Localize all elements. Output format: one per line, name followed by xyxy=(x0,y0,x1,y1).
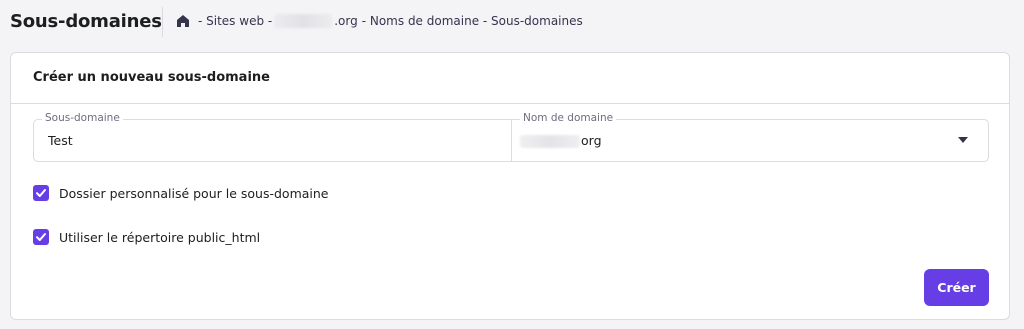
header-divider xyxy=(162,7,163,37)
checkmark-icon xyxy=(36,233,46,241)
caret-down-icon[interactable] xyxy=(958,137,968,143)
redacted-domain-name xyxy=(520,135,580,148)
public-html-option[interactable]: Utiliser le répertoire public_html xyxy=(33,229,260,245)
breadcrumb-domain-suffix[interactable]: .org xyxy=(334,14,358,28)
public-html-label: Utiliser le répertoire public_html xyxy=(59,229,261,245)
custom-folder-checkbox[interactable] xyxy=(33,185,49,201)
custom-folder-label: Dossier personnalisé pour le sous-domain… xyxy=(59,185,329,201)
field-separator xyxy=(511,120,512,161)
subdomain-label: Sous-domaine xyxy=(42,112,123,124)
page-header: Sous-domaines - Sites web - .org - Noms … xyxy=(0,0,1024,48)
custom-folder-option[interactable]: Dossier personnalisé pour le sous-domain… xyxy=(33,185,329,201)
domain-select-value: org xyxy=(581,133,602,148)
create-button[interactable]: Créer xyxy=(924,269,989,306)
public-html-checkbox[interactable] xyxy=(33,229,49,245)
domain-label: Nom de domaine xyxy=(520,112,617,124)
page-title: Sous-domaines xyxy=(10,11,162,32)
card-title: Créer un nouveau sous-domaine xyxy=(33,70,270,85)
card-divider xyxy=(11,103,1009,104)
subdomain-form-row: Sous-domaine Test Nom de domaine org xyxy=(33,112,989,162)
breadcrumb-sites-web[interactable]: - Sites web - xyxy=(198,14,272,28)
create-subdomain-card: Créer un nouveau sous-domaine Sous-domai… xyxy=(10,52,1010,320)
domain-select[interactable]: org xyxy=(520,133,602,148)
breadcrumb-rest[interactable]: - Noms de domaine - Sous-domaines xyxy=(362,14,583,28)
redacted-domain xyxy=(274,14,333,28)
breadcrumb: - Sites web - .org - Noms de domaine - S… xyxy=(176,14,583,28)
subdomain-input[interactable]: Test xyxy=(48,133,73,148)
home-icon[interactable] xyxy=(176,14,190,28)
checkmark-icon xyxy=(36,189,46,197)
